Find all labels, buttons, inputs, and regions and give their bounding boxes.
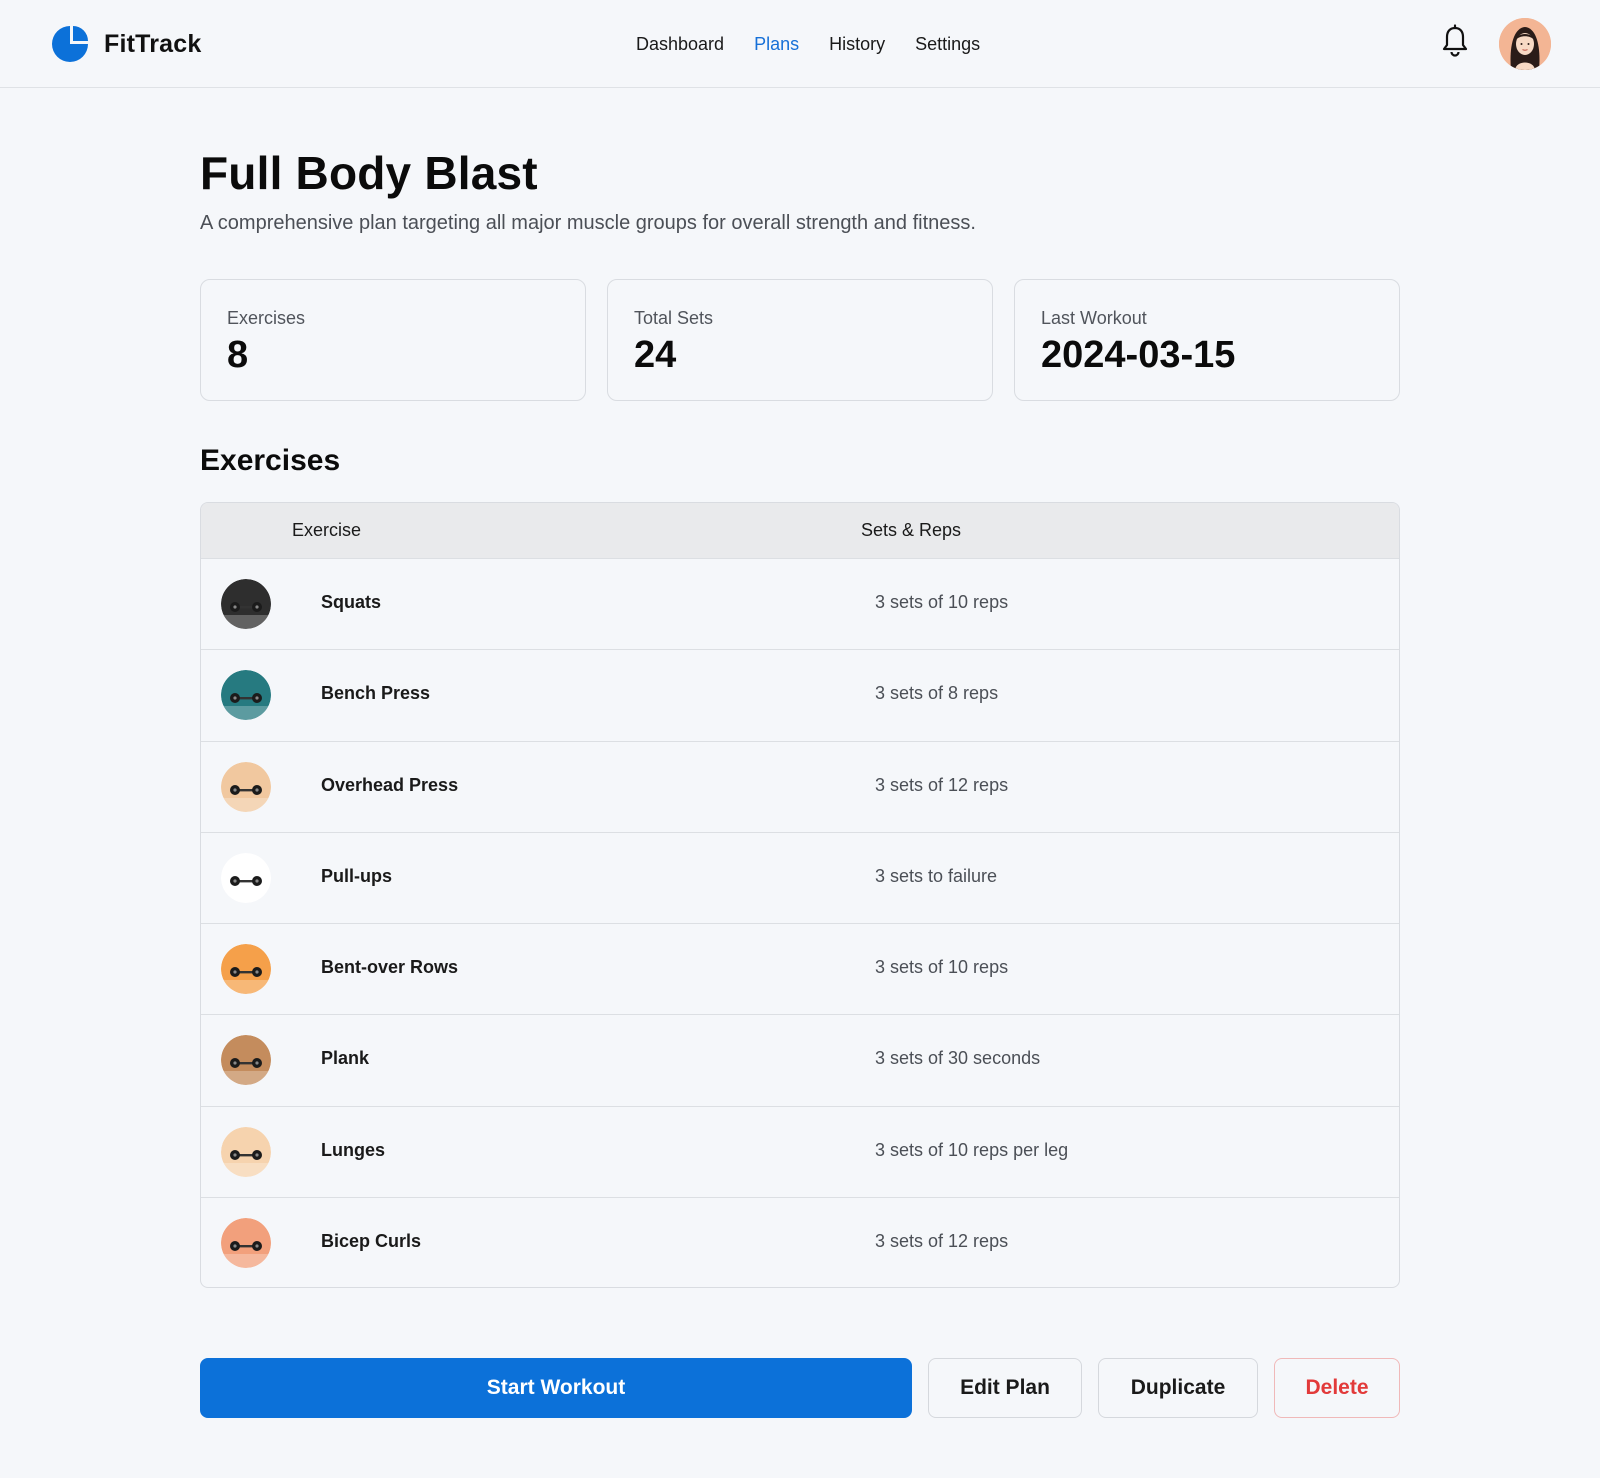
plan-description: A comprehensive plan targeting all major… xyxy=(200,212,976,234)
table-row[interactable]: Squats 3 sets of 10 reps xyxy=(201,559,1399,651)
stat-card-total-sets: Total Sets 24 xyxy=(607,279,993,401)
exercise-sets: 3 sets of 30 seconds xyxy=(875,1048,1041,1069)
exercise-sets: 3 sets of 12 reps xyxy=(875,1230,1009,1251)
table-row[interactable]: Pull-ups 3 sets to failure xyxy=(201,833,1399,924)
avatar-portrait-icon xyxy=(1499,18,1551,70)
table-row[interactable]: Bench Press 3 sets of 8 reps xyxy=(201,650,1399,742)
exercise-thumbnail-dumbbell-icon xyxy=(221,1217,271,1268)
edit-plan-button[interactable]: Edit Plan xyxy=(928,1358,1082,1418)
exercise-sets: 3 sets of 8 reps xyxy=(875,683,999,704)
exercise-thumbnail-dumbbell-icon xyxy=(221,761,271,812)
exercise-name: Bent-over Rows xyxy=(321,957,459,977)
nav-dashboard[interactable]: Dashboard xyxy=(636,30,724,58)
table-row[interactable]: Bent-over Rows 3 sets of 10 reps xyxy=(201,924,1399,1016)
exercise-name: Squats xyxy=(321,592,382,612)
exercise-thumbnail-dumbbell-icon xyxy=(221,944,271,994)
stat-label: Exercises xyxy=(227,308,306,328)
duplicate-button[interactable]: Duplicate xyxy=(1098,1358,1258,1418)
exercise-name: Overhead Press xyxy=(321,774,459,795)
table-row[interactable]: Lunges 3 sets of 10 reps per leg xyxy=(201,1107,1399,1198)
exercise-thumbnail-dumbbell-icon xyxy=(221,852,271,903)
exercise-sets: 3 sets of 12 reps xyxy=(875,774,1009,795)
stat-value: 8 xyxy=(227,334,249,376)
top-header: FitTrack Dashboard Plans History Setting… xyxy=(0,0,1600,88)
column-header-sets: Sets & Reps xyxy=(861,520,962,540)
nav-history[interactable]: History xyxy=(829,30,885,58)
brand[interactable]: FitTrack xyxy=(50,24,201,64)
stat-value: 2024-03-15 xyxy=(1041,334,1236,376)
page-title: Full Body Blast xyxy=(200,147,538,199)
stat-label: Last Workout xyxy=(1041,308,1147,328)
exercise-thumbnail-dumbbell-icon xyxy=(221,1126,271,1177)
stat-label: Total Sets xyxy=(634,308,714,328)
bell-icon[interactable] xyxy=(1440,24,1470,58)
exercise-thumbnail-dumbbell-icon xyxy=(221,1035,271,1086)
user-avatar[interactable] xyxy=(1499,18,1551,70)
stat-card-last-workout: Last Workout 2024-03-15 xyxy=(1014,279,1400,401)
table-row[interactable]: Bicep Curls 3 sets of 12 reps xyxy=(201,1198,1399,1287)
exercise-thumbnail-dumbbell-icon xyxy=(221,670,271,721)
table-row[interactable]: Overhead Press 3 sets of 12 reps xyxy=(201,742,1399,833)
exercise-name: Lunges xyxy=(321,1139,386,1160)
exercise-sets: 3 sets of 10 reps xyxy=(875,592,1009,612)
exercise-sets: 3 sets of 10 reps per leg xyxy=(875,1139,1069,1160)
stat-value: 24 xyxy=(634,334,677,376)
main-nav: Dashboard Plans History Settings xyxy=(636,30,1010,58)
exercise-sets: 3 sets of 10 reps xyxy=(875,957,1009,977)
exercise-name: Plank xyxy=(321,1048,370,1069)
exercise-name: Bicep Curls xyxy=(321,1230,422,1251)
exercise-name: Pull-ups xyxy=(321,865,392,886)
delete-button[interactable]: Delete xyxy=(1274,1358,1400,1418)
table-header: Exercise Sets & Reps xyxy=(201,503,1399,559)
table-row[interactable]: Plank 3 sets of 30 seconds xyxy=(201,1015,1399,1107)
table-body: Squats 3 sets of 10 reps Bench Press 3 sets… xyxy=(201,559,1399,1287)
nav-plans[interactable]: Plans xyxy=(754,30,799,58)
exercise-sets: 3 sets to failure xyxy=(875,865,998,886)
column-header-exercise: Exercise xyxy=(292,520,362,540)
exercise-name: Bench Press xyxy=(321,683,431,704)
nav-settings[interactable]: Settings xyxy=(915,30,980,58)
section-title: Exercises xyxy=(200,444,341,477)
start-workout-button[interactable]: Start Workout xyxy=(200,1358,912,1418)
app-name: FitTrack xyxy=(104,29,202,58)
exercise-thumbnail-dumbbell-icon xyxy=(221,579,271,629)
fittrack-logo-icon xyxy=(52,26,88,62)
exercise-table: Exercise Sets & Reps Squats 3 sets of 10 … xyxy=(200,502,1400,1288)
stat-card-exercises: Exercises 8 xyxy=(200,279,586,401)
